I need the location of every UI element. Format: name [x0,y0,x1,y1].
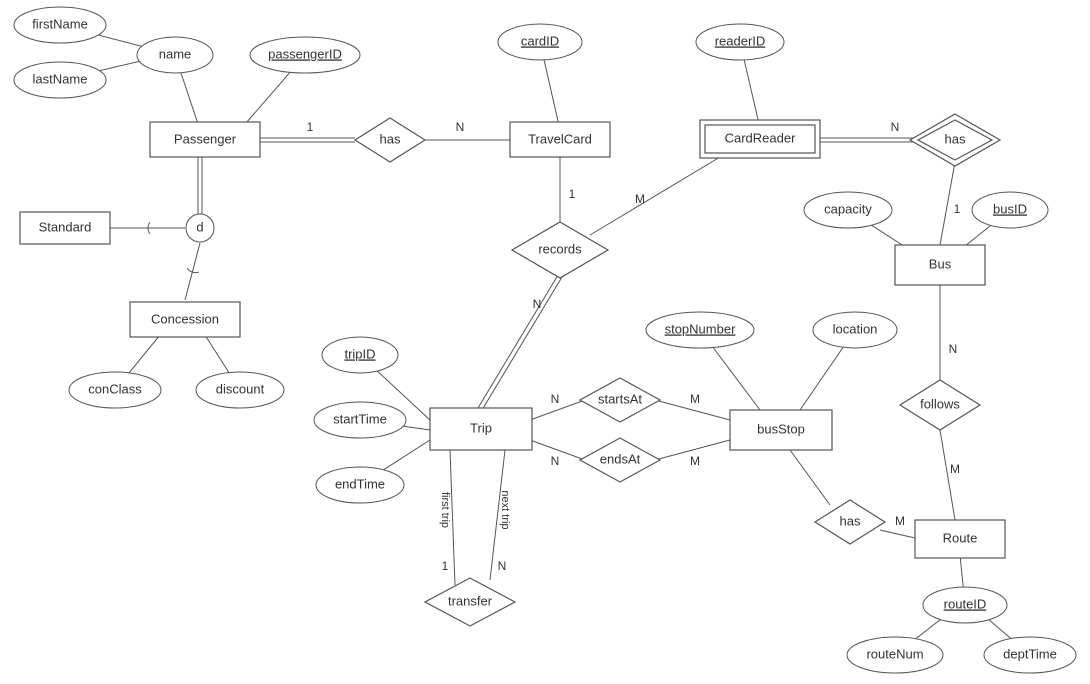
attr-endTime-label: endTime [335,476,385,491]
entity-travelcard-label: TravelCard [528,131,592,146]
attr-stopNumber-label: stopNumber [665,321,736,336]
card-bus-follows: N [949,342,958,356]
rel-has-pass-card-label: has [380,131,401,146]
rel-endsAt-label: endsAt [600,451,641,466]
card-records-trip: N [533,297,542,311]
card-ends-stop: M [690,454,700,468]
role-next-trip: next trip [499,490,511,529]
rel-has-reader-bus-label: has [945,131,966,146]
entity-passenger-label: Passenger [174,131,237,146]
card-hasSR-route: M [895,514,905,528]
rel-startsAt-label: startsAt [598,391,642,406]
attr-tripID-label: tripID [344,346,375,361]
entity-cardreader-label: CardReader [725,130,796,145]
entity-bus-label: Bus [929,256,952,271]
attr-capacity-label: capacity [824,201,872,216]
card-trip-starts: N [551,392,560,406]
er-diagram: firstName lastName name passengerID card… [0,0,1090,684]
rel-transfer-label: transfer [448,593,493,608]
attr-location-label: location [833,321,878,336]
attr-name-label: name [159,46,192,61]
attr-startTime-label: startTime [333,411,387,426]
card-pass-has: 1 [307,120,314,134]
attr-deptTime-label: deptTime [1003,646,1057,661]
card-card-records: 1 [569,187,576,201]
card-transfer-N: N [498,559,507,573]
card-reader-has: N [891,120,900,134]
card-trip-ends: N [551,454,560,468]
attr-passengerID-label: passengerID [268,46,342,61]
spec-d-label: d [196,219,203,234]
attr-conClass-label: conClass [88,381,142,396]
rel-follows-label: follows [920,396,960,411]
card-follows-route: M [950,462,960,476]
rel-records-label: records [538,241,582,256]
attr-routeNum-label: routeNum [866,646,923,661]
attr-firstName-label: firstName [32,16,88,31]
attr-readerID-label: readerID [715,33,766,48]
attr-lastName-label: lastName [33,71,88,86]
attr-cardID-label: cardID [521,33,559,48]
card-has-card: N [456,120,465,134]
attr-routeID-label: routeID [944,596,987,611]
card-transfer-1: 1 [442,559,449,573]
card-starts-stop: M [690,392,700,406]
entity-busstop-label: busStop [757,421,805,436]
entity-trip-label: Trip [470,420,492,435]
role-first-trip: first trip [439,492,451,528]
attr-busID-label: busID [993,201,1027,216]
entity-concession-label: Concession [151,311,219,326]
entity-standard-label: Standard [39,219,92,234]
card-reader-records: M [635,192,645,206]
entity-route-label: Route [943,530,978,545]
card-has-bus: 1 [954,202,961,216]
attr-discount-label: discount [216,381,265,396]
rel-has-stop-route-label: has [840,513,861,528]
